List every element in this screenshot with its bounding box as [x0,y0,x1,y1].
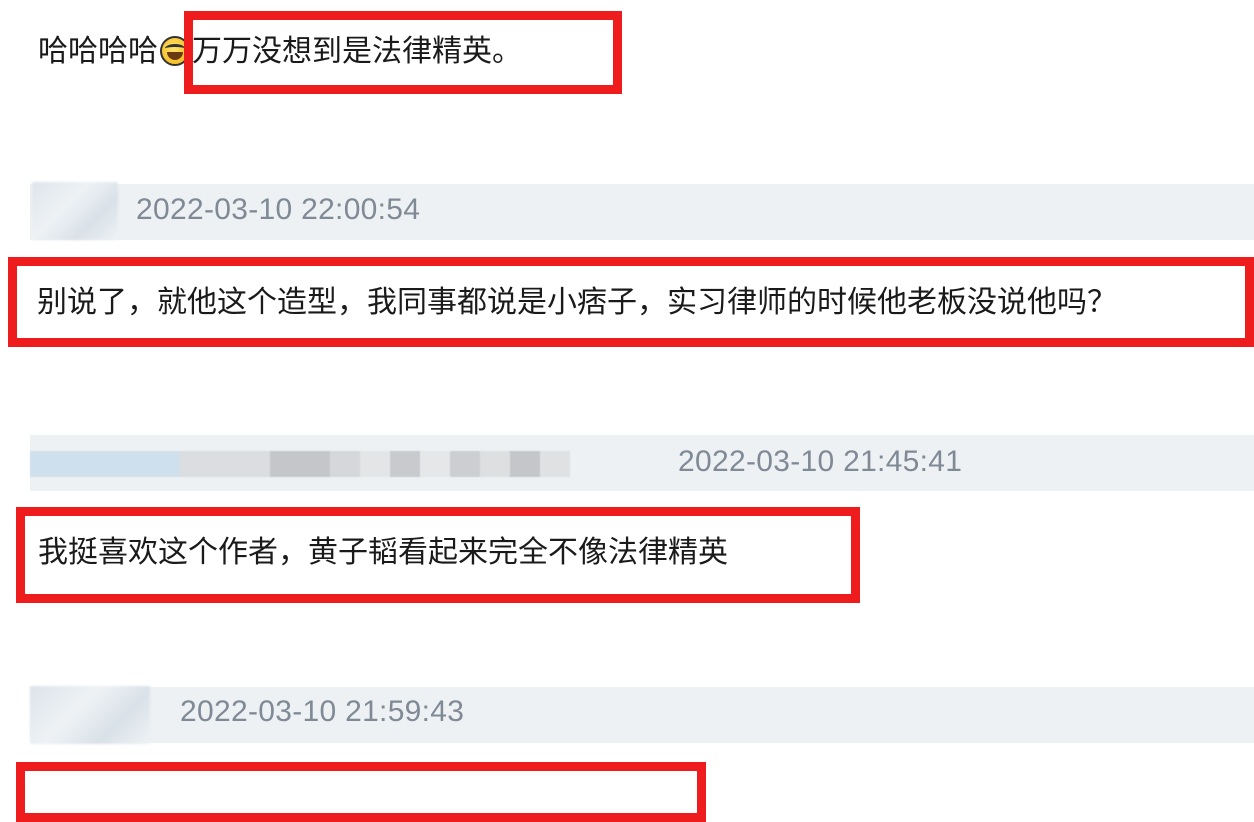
comment-2-timestamp: 2022-03-10 22:00:54 [136,193,421,226]
blurred-avatar [32,182,118,240]
comment-1-prefix: 哈哈哈哈 [38,34,158,69]
highlight-box-4 [16,762,706,822]
comment-4-timestamp: 2022-03-10 21:59:43 [180,695,465,728]
blurred-username [30,451,570,477]
highlight-box-3 [16,507,860,603]
highlight-box-1 [184,11,622,94]
blurred-avatar-2 [30,686,150,744]
comment-3-timestamp: 2022-03-10 21:45:41 [678,445,963,478]
highlight-box-2 [8,257,1254,347]
